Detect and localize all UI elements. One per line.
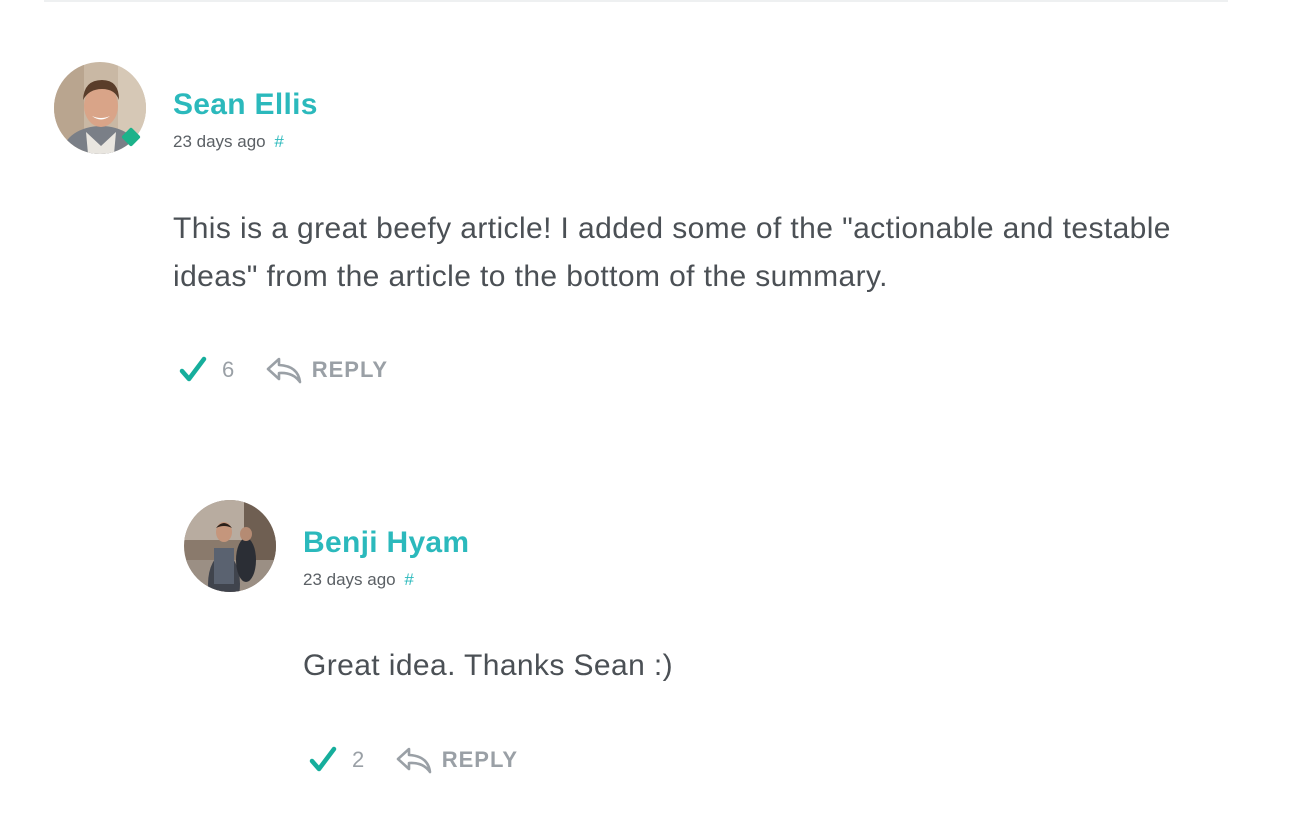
vote-count: 2 — [352, 747, 365, 772]
vote-count: 6 — [222, 357, 235, 382]
comment-body: Great idea. Thanks Sean :) — [303, 649, 674, 682]
avatar-photo-icon — [184, 500, 276, 592]
permalink[interactable]: # — [274, 132, 283, 151]
reply-label: REPLY — [441, 747, 519, 772]
author-name[interactable]: Benji Hyam — [303, 526, 469, 560]
reply-arrow-icon — [396, 747, 432, 774]
timestamp: 23 days ago — [303, 570, 396, 589]
reply-label: REPLY — [311, 357, 389, 382]
comment-body: This is a great beefy article! I added s… — [173, 212, 1171, 293]
checkmark-icon — [309, 746, 337, 772]
comment-meta: 23 days ago # — [173, 132, 284, 152]
reply-arrow-icon — [266, 357, 302, 384]
checkmark-icon — [179, 356, 207, 382]
comment-actions: 6 REPLY — [178, 350, 388, 390]
comment-actions: 2 REPLY — [308, 740, 518, 780]
reply-button[interactable]: REPLY — [395, 745, 518, 775]
upvote-button[interactable]: 6 — [178, 355, 235, 385]
author-name[interactable]: Sean Ellis — [173, 88, 318, 122]
timestamp: 23 days ago — [173, 132, 266, 151]
comment-meta: 23 days ago # — [303, 570, 414, 590]
avatar[interactable] — [184, 500, 276, 592]
reply-button[interactable]: REPLY — [265, 355, 388, 385]
top-divider — [44, 0, 1228, 2]
permalink[interactable]: # — [404, 570, 413, 589]
upvote-button[interactable]: 2 — [308, 745, 365, 775]
